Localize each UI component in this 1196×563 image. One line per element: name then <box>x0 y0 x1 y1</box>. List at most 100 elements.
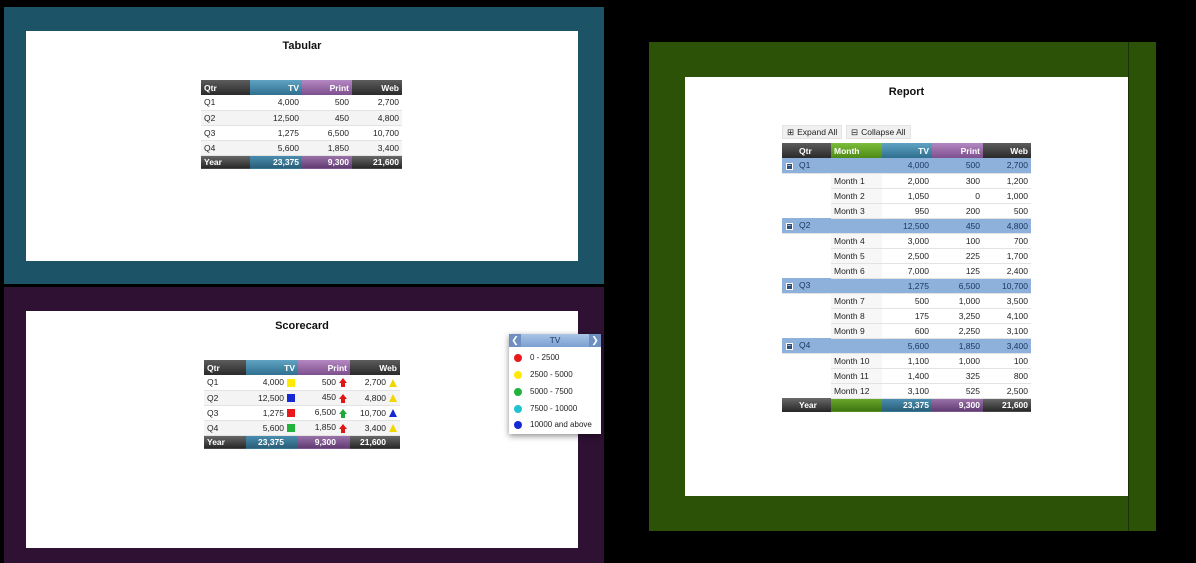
qtr-cell: Q4 <box>201 140 250 156</box>
web-cell: 1,000 <box>983 188 1031 204</box>
legend-item: 2500 - 5000 <box>514 369 573 381</box>
group-toggle[interactable]: − <box>782 158 796 174</box>
table-row: Month 9 600 2,250 3,100 <box>782 323 1031 339</box>
collapse-icon[interactable]: − <box>785 282 793 290</box>
group-row[interactable]: − Q4 5,600 1,850 3,400 <box>782 338 1031 354</box>
total-spacer <box>782 398 796 412</box>
print-value: 6,500 <box>314 407 336 418</box>
collapse-icon[interactable]: − <box>785 222 793 230</box>
tv-value: 12,500 <box>258 392 284 403</box>
column-header-web[interactable]: Web <box>983 143 1031 158</box>
column-header-web[interactable]: Web <box>352 80 402 95</box>
indent-cell <box>782 188 796 203</box>
table-row: Q2 12,500 450 4,800 <box>204 390 400 406</box>
table-row: Month 3 950 200 500 <box>782 203 1031 219</box>
print-cell: 1,000 <box>932 353 983 369</box>
collapse-all-button[interactable]: ⊟ Collapse All <box>846 125 911 139</box>
total-tv: 23,375 <box>246 435 298 449</box>
column-header-tv[interactable]: TV <box>250 80 302 95</box>
print-cell: 500 <box>302 95 352 111</box>
group-row[interactable]: − Q2 12,500 450 4,800 <box>782 218 1031 234</box>
group-toggle[interactable]: − <box>782 218 796 234</box>
print-cell: 125 <box>932 263 983 279</box>
print-cell: 225 <box>932 248 983 264</box>
tv-cell: 4,000 <box>250 95 302 111</box>
table-row: Q1 4,000 500 2,700 <box>201 95 402 111</box>
chevron-left-icon[interactable]: ❮ <box>509 334 521 347</box>
column-header-print[interactable]: Print <box>298 360 350 375</box>
group-row[interactable]: − Q1 4,000 500 2,700 <box>782 158 1031 174</box>
column-header-qtr[interactable]: Qtr <box>201 80 250 95</box>
table-row: Month 5 2,500 225 1,700 <box>782 248 1031 264</box>
indicator-legend-popup: ❮ TV ❯ 0 - 2500 2500 - 5000 5000 - 7500 … <box>509 334 601 434</box>
web-cell: 1,700 <box>983 248 1031 264</box>
total-tv: 23,375 <box>882 398 932 412</box>
chevron-right-icon[interactable]: ❯ <box>589 334 601 347</box>
collapse-icon[interactable]: − <box>785 342 793 350</box>
legend-title: TV <box>549 335 561 345</box>
web-cell: 2,700 <box>352 95 402 111</box>
print-cell: 6,500 <box>932 278 983 294</box>
print-cell: 3,250 <box>932 308 983 324</box>
blue-square-icon <box>287 394 295 403</box>
total-web: 21,600 <box>350 435 400 449</box>
month-cell: Month 12 <box>831 383 882 399</box>
green-square-icon <box>287 424 295 433</box>
tv-cell: 950 <box>882 203 932 219</box>
legend-item: 0 - 2500 <box>514 352 559 364</box>
table-row: Month 1 2,000 300 1,200 <box>782 173 1031 189</box>
collapse-icon[interactable]: − <box>785 162 793 170</box>
column-header-tv[interactable]: TV <box>246 360 298 375</box>
tv-cell: 2,000 <box>882 173 932 189</box>
web-value: 4,800 <box>364 392 386 403</box>
column-header-web[interactable]: Web <box>350 360 400 375</box>
tabular-header-row: Qtr TV Print Web <box>201 80 402 95</box>
scorecard-panel: Scorecard Qtr TV Print Web Q1 4,000 500 … <box>4 287 604 563</box>
print-cell: 6,500 <box>302 125 352 141</box>
total-row: Year 23,375 9,300 21,600 <box>204 435 400 449</box>
group-toggle[interactable]: − <box>782 338 796 354</box>
tv-cell: 12,500 <box>882 218 932 234</box>
print-cell: 1,850 <box>932 338 983 354</box>
print-cell: 450 <box>932 218 983 234</box>
month-cell <box>831 218 882 234</box>
scorecard-table: Qtr TV Print Web Q1 4,000 500 2,700 Q2 1… <box>204 360 400 449</box>
tv-cell: 175 <box>882 308 932 324</box>
indent-cell <box>796 188 831 203</box>
total-row: Year 23,375 9,300 21,600 <box>201 155 402 169</box>
tv-cell: 3,000 <box>882 233 932 249</box>
indent-cell <box>782 383 796 398</box>
tv-cell: 1,275 <box>246 405 298 421</box>
report-panel: Report ⊞ Expand All ⊟ Collapse All Qtr Mon… <box>649 42 1156 531</box>
total-label: Year <box>201 155 250 169</box>
indent-cell <box>782 263 796 278</box>
web-cell: 100 <box>983 353 1031 369</box>
web-cell: 700 <box>983 233 1031 249</box>
group-toggle[interactable]: − <box>782 278 796 294</box>
indent-cell <box>782 173 796 188</box>
web-cell: 2,700 <box>983 158 1031 174</box>
tv-cell: 500 <box>882 293 932 309</box>
print-cell: 1,850 <box>298 420 350 436</box>
yellow-triangle-icon <box>389 394 397 403</box>
indent-cell <box>782 293 796 308</box>
column-header-qtr[interactable]: Qtr <box>796 143 831 158</box>
print-cell: 100 <box>932 233 983 249</box>
blue-circle-icon <box>514 420 522 429</box>
column-header-qtr[interactable]: Qtr <box>204 360 246 375</box>
group-row[interactable]: − Q3 1,275 6,500 10,700 <box>782 278 1031 294</box>
column-header-tv[interactable]: TV <box>882 143 932 158</box>
month-cell: Month 4 <box>831 233 882 249</box>
tv-cell: 1,100 <box>882 353 932 369</box>
expand-all-button[interactable]: ⊞ Expand All <box>782 125 843 139</box>
web-cell: 3,500 <box>983 293 1031 309</box>
column-header-month[interactable]: Month <box>831 143 882 158</box>
qtr-cell: Q4 <box>204 420 246 436</box>
table-row: Q4 5,600 1,850 3,400 <box>204 420 400 436</box>
month-cell: Month 2 <box>831 188 882 204</box>
print-cell: 500 <box>932 158 983 174</box>
column-header-print[interactable]: Print <box>932 143 983 158</box>
column-header-print[interactable]: Print <box>302 80 352 95</box>
web-cell: 500 <box>983 203 1031 219</box>
month-cell: Month 5 <box>831 248 882 264</box>
